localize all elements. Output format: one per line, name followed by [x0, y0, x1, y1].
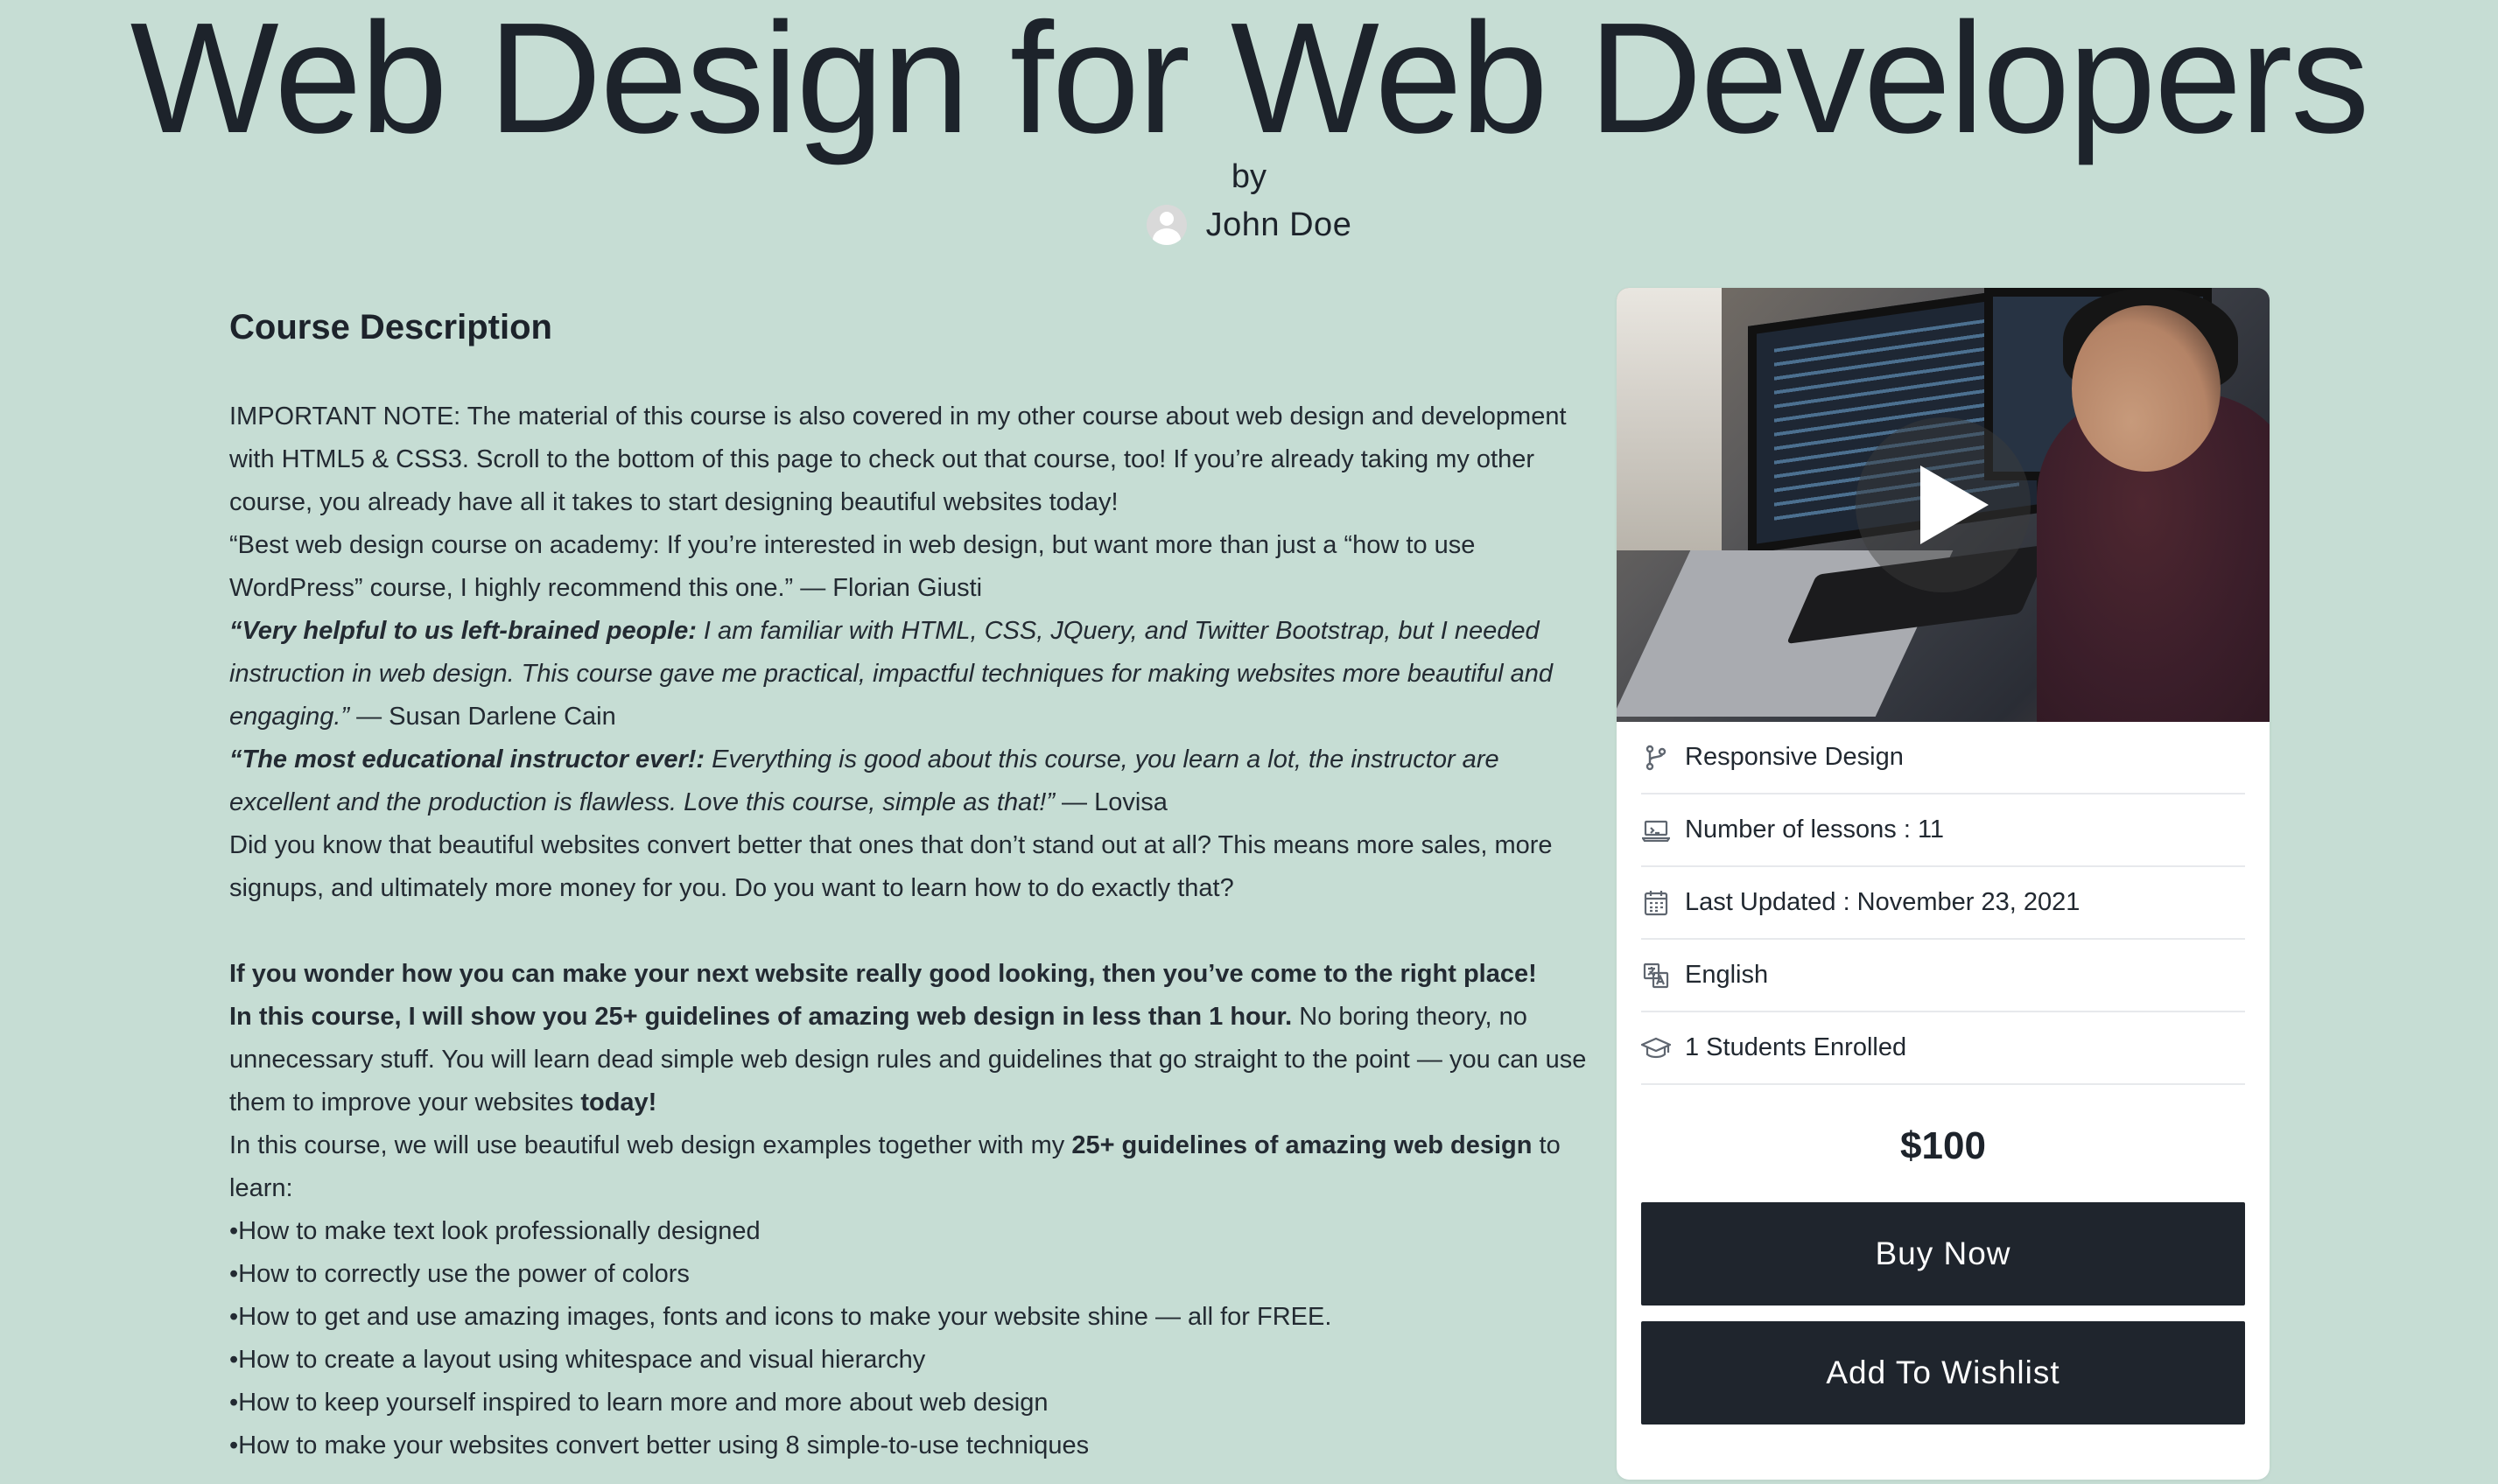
by-label: by: [1231, 158, 1267, 195]
meta-label: Responsive Design: [1685, 743, 1904, 771]
meta-enrolled: 1 Students Enrolled: [1641, 1012, 2245, 1085]
learn-intro-start: In this course, we will use beautiful we…: [229, 1131, 1072, 1159]
graduation-cap-icon: [1641, 1033, 1671, 1063]
testimonial-1: “Best web design course on academy: If y…: [229, 524, 1595, 610]
course-preview-video[interactable]: [1617, 288, 2270, 722]
list-item: How to get and use amazing images, fonts…: [229, 1296, 1595, 1339]
course-meta-list: Responsive Design Number of lessons : 11: [1617, 722, 2270, 1085]
play-icon[interactable]: [1856, 417, 2031, 592]
list-item: How to make your websites convert better…: [229, 1424, 1595, 1467]
testimonial-3: “The most educational instructor ever!: …: [229, 738, 1595, 824]
meta-label: English: [1685, 961, 1769, 989]
meta-lessons: Number of lessons : 11: [1641, 794, 2245, 867]
meta-label: Last Updated : November 23, 2021: [1685, 888, 2080, 916]
laptop-icon: [1641, 816, 1671, 845]
testimonial-1-author: — Florian Giusti: [800, 574, 983, 602]
meta-language: English: [1641, 940, 2245, 1012]
meta-updated: Last Updated : November 23, 2021: [1641, 867, 2245, 940]
learn-list: How to make text look professionally des…: [229, 1210, 1595, 1467]
testimonial-2-title: “Very helpful to us left-brained people:: [229, 617, 697, 645]
testimonial-3-title: “The most educational instructor ever!:: [229, 746, 705, 774]
calendar-icon: [1641, 888, 1671, 918]
description-heading: Course Description: [229, 308, 552, 346]
course-promise-today: today!: [580, 1088, 657, 1116]
conversion-paragraph: Did you know that beautiful websites con…: [229, 831, 1553, 902]
course-description: Course Description IMPORTANT NOTE: The m…: [229, 303, 1595, 1467]
course-promise: In this course, I will show you 25+ guid…: [229, 996, 1595, 1124]
testimonial-3-author: — Lovisa: [1054, 788, 1168, 816]
list-item: How to keep yourself inspired to learn m…: [229, 1382, 1595, 1424]
headline-bold-text: If you wonder how you can make your next…: [229, 960, 1537, 988]
author-info[interactable]: John Doe: [0, 201, 2498, 248]
list-item: How to create a layout using whitespace …: [229, 1339, 1595, 1382]
testimonial-2: “Very helpful to us left-brained people:…: [229, 610, 1595, 738]
avatar: [1146, 205, 1187, 245]
meta-label: Number of lessons : 11: [1685, 816, 1945, 844]
headline-bold: If you wonder how you can make your next…: [229, 953, 1595, 996]
course-title: Web Design for Web Developers: [130, 0, 2370, 166]
author-name[interactable]: John Doe: [1206, 206, 1352, 244]
list-item: How to correctly use the power of colors: [229, 1253, 1595, 1296]
meta-responsive: Responsive Design: [1641, 722, 2245, 794]
add-to-wishlist-button[interactable]: Add To Wishlist: [1641, 1321, 2245, 1424]
important-note: IMPORTANT NOTE: The material of this cou…: [229, 402, 1567, 516]
testimonial-2-author: — Susan Darlene Cain: [349, 703, 616, 731]
buy-now-button[interactable]: Buy Now: [1641, 1202, 2245, 1306]
learn-intro-bold: 25+ guidelines of amazing web design: [1071, 1131, 1533, 1159]
course-price: $100: [1900, 1124, 1986, 1167]
list-item: How to make text look professionally des…: [229, 1210, 1595, 1253]
course-card: Responsive Design Number of lessons : 11: [1617, 288, 2270, 1480]
course-promise-bold: In this course, I will show you 25+ guid…: [229, 1003, 1293, 1031]
meta-label: 1 Students Enrolled: [1685, 1033, 1907, 1061]
branch-icon: [1641, 743, 1671, 773]
learn-intro: In this course, we will use beautiful we…: [229, 1124, 1595, 1210]
translate-icon: [1641, 961, 1671, 990]
